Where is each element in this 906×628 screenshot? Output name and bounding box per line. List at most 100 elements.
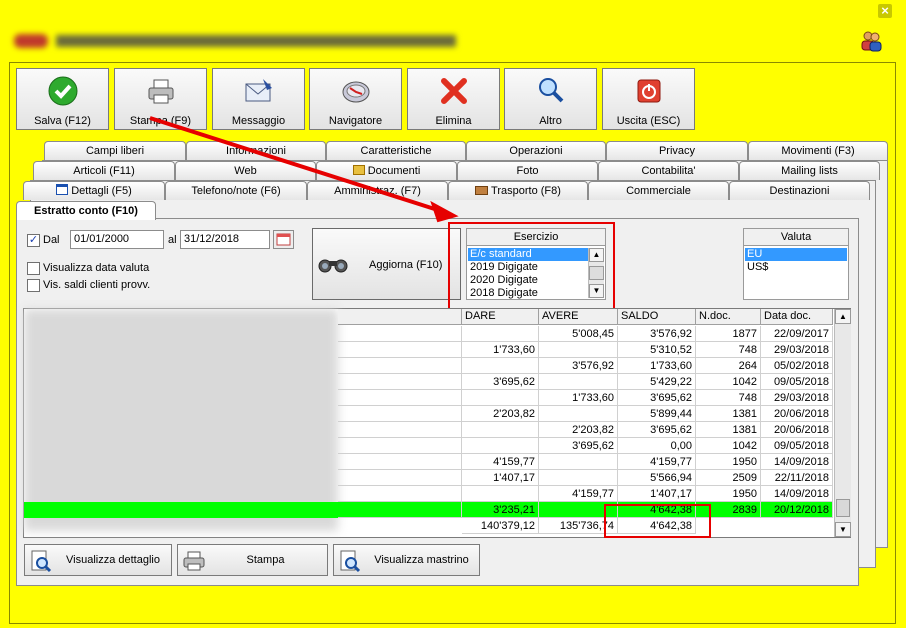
grid-cell: 748 — [696, 390, 761, 406]
grid-cell — [539, 374, 618, 390]
grid-cell-description — [338, 390, 462, 406]
table-row[interactable]: 1'733,60 3'695,62 748 29/03/2018 — [24, 390, 833, 406]
tab-dettagli[interactable]: Dettagli (F5) — [23, 181, 165, 200]
grid-cell: 3'576,92 — [539, 358, 618, 374]
tab-caratteristiche[interactable]: Caratteristiche — [326, 141, 466, 160]
table-row[interactable]: 4'159,77 4'159,77 1950 14/09/2018 — [24, 454, 833, 470]
tab-informazioni[interactable]: Informazioni — [186, 141, 326, 160]
grid-cell: 05/02/2018 — [761, 358, 833, 374]
col-saldo-header[interactable]: SALDO — [618, 309, 696, 325]
table-row[interactable]: 3'576,92 1'733,60 264 05/02/2018 — [24, 358, 833, 374]
grid-cell: 748 — [696, 342, 761, 358]
truck-icon — [475, 186, 489, 195]
tab-privacy[interactable]: Privacy — [606, 141, 748, 160]
grid-cell: 5'310,52 — [618, 342, 696, 358]
tab-estratto-conto[interactable]: Estratto conto (F10) — [16, 201, 156, 220]
valuta-listbox[interactable]: Valuta EU US$ — [743, 228, 849, 300]
al-date-input[interactable]: 31/12/2018 — [180, 230, 270, 249]
tab-campi-liberi[interactable]: Campi liberi — [44, 141, 186, 160]
tab-amministrazione[interactable]: Amministraz. (F7) — [307, 181, 448, 200]
tab-movimenti[interactable]: Movimenti (F3) — [748, 141, 888, 160]
grid-header-blank — [338, 309, 462, 325]
tab-web[interactable]: Web — [175, 161, 316, 180]
users-icon[interactable] — [860, 30, 882, 52]
grid-cell: 20/12/2018 — [761, 502, 833, 518]
grid-cell: 09/05/2018 — [761, 374, 833, 390]
col-dare-header[interactable]: DARE — [462, 309, 539, 325]
scroll-thumb[interactable] — [836, 499, 850, 517]
tab-dettagli-label: Dettagli (F5) — [71, 185, 132, 197]
table-row[interactable]: 3'235,21 4'642,38 2839 20/12/2018 — [24, 502, 833, 518]
visualizza-data-valuta-label: Visualizza data valuta — [43, 262, 150, 274]
tab-documenti[interactable]: Documenti — [316, 161, 457, 180]
grid-scrollbar[interactable]: ▲ ▼ — [834, 309, 851, 537]
save-button[interactable]: Salva (F12) — [16, 68, 109, 130]
blurred-window-title — [14, 34, 484, 48]
tab-telefono-note[interactable]: Telefono/note (F6) — [165, 181, 307, 200]
grid-cell: 1381 — [696, 422, 761, 438]
visualizza-dettaglio-label: Visualizza dettaglio — [66, 554, 160, 566]
calendar-button[interactable] — [273, 230, 294, 249]
vis-saldi-checkbox[interactable] — [27, 279, 40, 292]
col-datadoc-header[interactable]: Data doc. — [761, 309, 833, 325]
dal-date-input[interactable]: 01/01/2000 — [70, 230, 164, 249]
table-row[interactable]: 1'733,60 5'310,52 748 29/03/2018 — [24, 342, 833, 358]
tab-foto[interactable]: Foto — [457, 161, 598, 180]
exit-button[interactable]: Uscita (ESC) — [602, 68, 695, 130]
table-row[interactable]: 3'695,62 5'429,22 1042 09/05/2018 — [24, 374, 833, 390]
grid-cell: 20/06/2018 — [761, 406, 833, 422]
scroll-up-icon[interactable]: ▲ — [835, 309, 851, 324]
visualizza-mastrino-button[interactable]: Visualizza mastrino — [333, 544, 480, 576]
print-button-label: Stampa (F9) — [129, 115, 192, 127]
printer-icon — [148, 79, 173, 104]
delete-button[interactable]: Elimina — [407, 68, 500, 130]
tab-destinazioni[interactable]: Destinazioni — [729, 181, 870, 200]
vis-saldi-label: Vis. saldi clienti provv. — [43, 279, 151, 291]
grid-cell: 1381 — [696, 406, 761, 422]
valuta-item[interactable]: EU — [745, 248, 847, 261]
aggiorna-button[interactable]: Aggiorna (F10) — [312, 228, 461, 300]
tab-commerciale[interactable]: Commerciale — [588, 181, 729, 200]
stampa-button[interactable]: Stampa — [177, 544, 328, 576]
tab-mailing-lists[interactable]: Mailing lists — [739, 161, 880, 180]
valuta-item[interactable]: US$ — [745, 261, 847, 274]
tab-documenti-label: Documenti — [367, 165, 421, 177]
grid-cell — [462, 326, 539, 342]
table-row[interactable]: 5'008,45 3'576,92 1877 22/09/2017 — [24, 326, 833, 342]
grid-cell: 14/09/2018 — [761, 486, 833, 502]
print-button[interactable]: Stampa (F9) — [114, 68, 207, 130]
col-ndoc-header[interactable]: N.doc. — [696, 309, 761, 325]
table-row[interactable]: 2'203,82 5'899,44 1381 20/06/2018 — [24, 406, 833, 422]
visualizza-data-valuta-checkbox[interactable] — [27, 262, 40, 275]
table-row[interactable]: 3'695,62 0,00 1042 09/05/2018 — [24, 438, 833, 454]
grid-cell: 3'695,62 — [618, 422, 696, 438]
table-row[interactable]: 2'203,82 3'695,62 1381 20/06/2018 — [24, 422, 833, 438]
tab-trasporto[interactable]: Trasporto (F8) — [448, 181, 588, 200]
close-icon[interactable]: × — [878, 4, 892, 18]
movements-grid[interactable]: DARE AVERE SALDO N.doc. Data doc. 5'008,… — [23, 308, 851, 538]
al-label: al — [168, 234, 177, 246]
tab-contabilita[interactable]: Contabilita' — [598, 161, 739, 180]
navigator-button[interactable]: Navigatore — [309, 68, 402, 130]
table-row[interactable]: 4'159,77 1'407,17 1950 14/09/2018 — [24, 486, 833, 502]
grid-cell: 1'407,17 — [462, 470, 539, 486]
delete-button-label: Elimina — [435, 115, 472, 127]
scroll-down-icon[interactable]: ▼ — [835, 522, 851, 537]
dal-checkbox[interactable]: ✓ — [27, 234, 40, 247]
grid-cell: 29/03/2018 — [761, 390, 833, 406]
aggiorna-label: Aggiorna (F10) — [369, 259, 443, 271]
envelope-icon — [245, 79, 272, 102]
grid-cell — [539, 406, 618, 422]
grid-cell — [539, 470, 618, 486]
grid-cell — [462, 358, 539, 374]
table-row[interactable]: 1'407,17 5'566,94 2509 22/11/2018 — [24, 470, 833, 486]
message-button[interactable]: Messaggio — [212, 68, 305, 130]
grid-cell: 4'159,77 — [618, 454, 696, 470]
tab-operazioni[interactable]: Operazioni — [466, 141, 606, 160]
more-button[interactable]: Altro — [504, 68, 597, 130]
visualizza-dettaglio-button[interactable]: Visualizza dettaglio — [24, 544, 172, 576]
tab-articoli[interactable]: Articoli (F11) — [33, 161, 175, 180]
grid-cell: 264 — [696, 358, 761, 374]
col-avere-header[interactable]: AVERE — [539, 309, 618, 325]
grid-cell: 09/05/2018 — [761, 438, 833, 454]
